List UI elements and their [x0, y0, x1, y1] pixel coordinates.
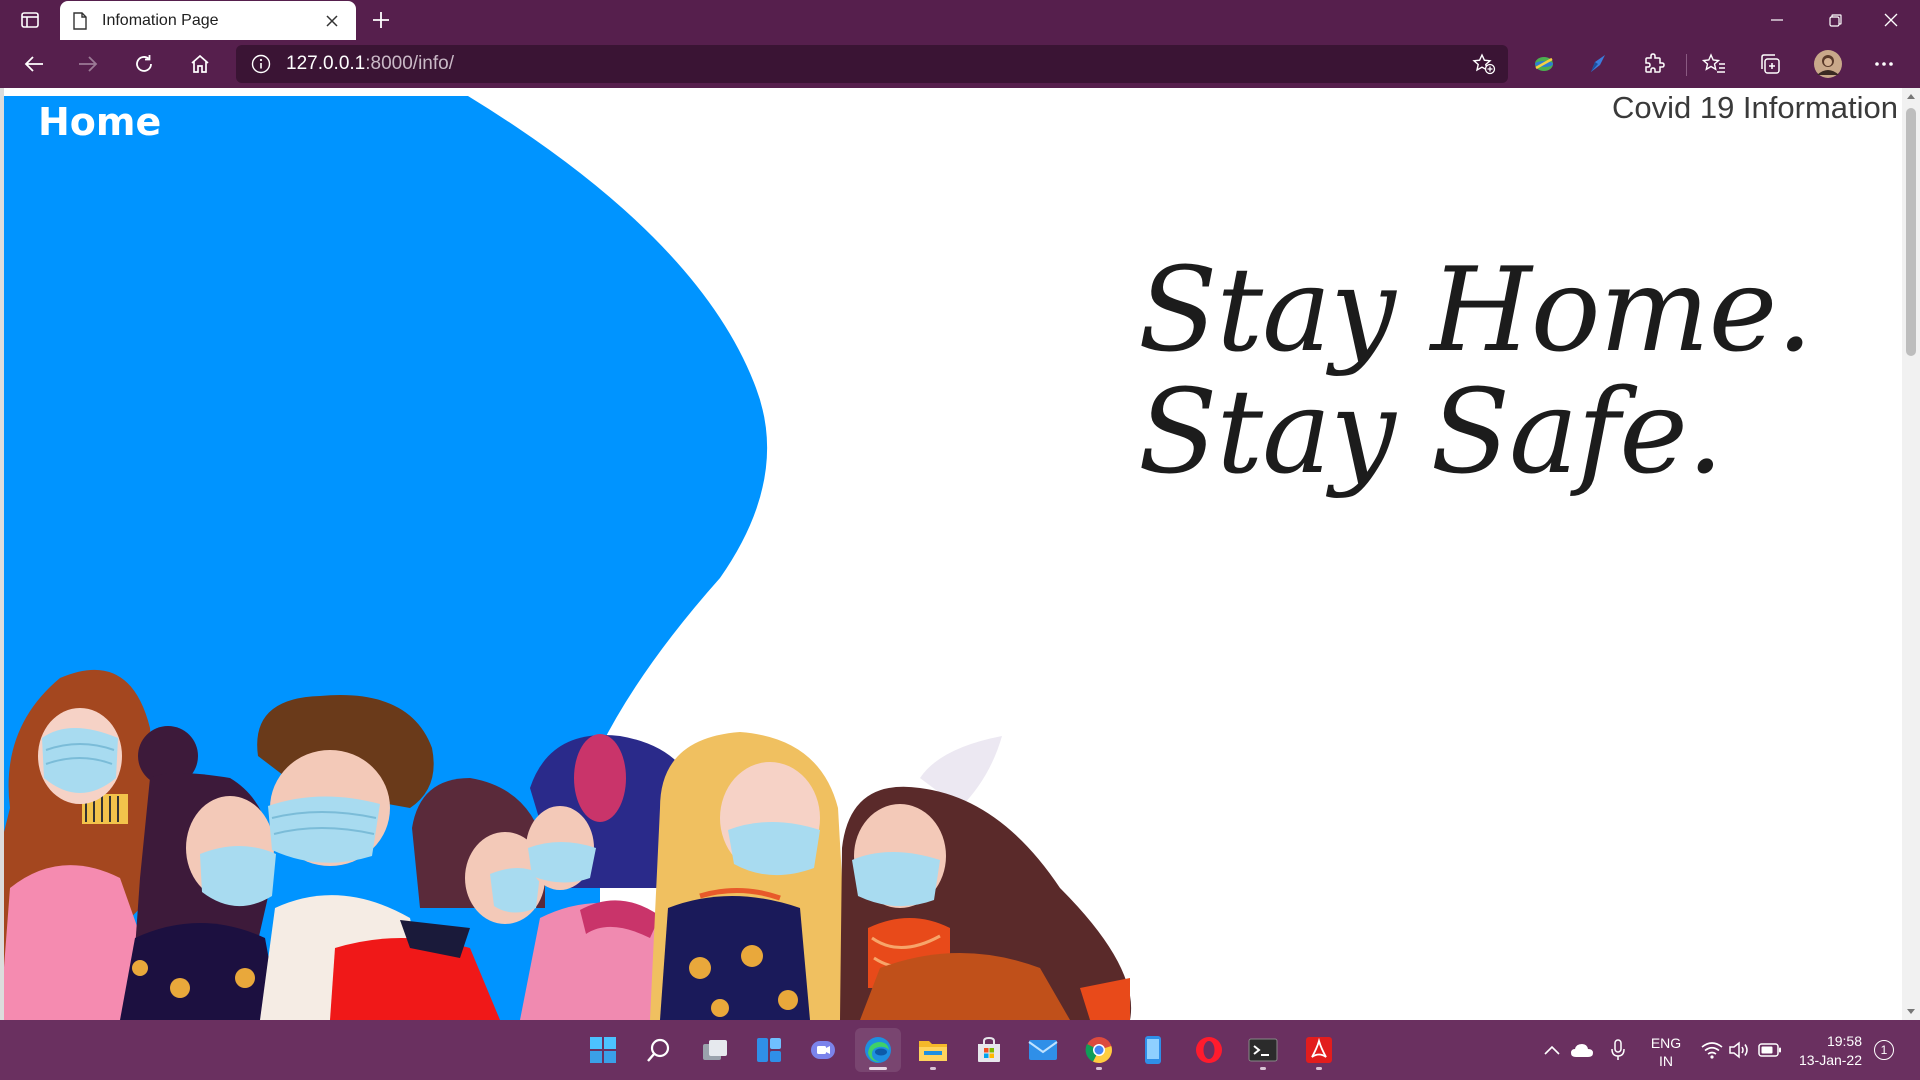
settings-more-icon[interactable]	[1864, 47, 1904, 81]
url-text[interactable]: 127.0.0.1:8000/info/	[286, 53, 454, 75]
teams-chat-icon[interactable]	[800, 1028, 846, 1072]
forward-button[interactable]	[68, 47, 108, 81]
store-icon[interactable]	[966, 1028, 1012, 1072]
onedrive-cloud-icon[interactable]	[1568, 1038, 1596, 1062]
close-tab-icon[interactable]	[320, 9, 344, 33]
tab-title: Infomation Page	[102, 11, 219, 29]
task-view-icon[interactable]	[692, 1028, 738, 1072]
tab-actions-icon[interactable]	[8, 4, 52, 36]
microphone-icon[interactable]	[1604, 1038, 1632, 1062]
volume-icon[interactable]	[1726, 1038, 1754, 1062]
phone-link-icon[interactable]	[1130, 1028, 1176, 1072]
battery-icon[interactable]	[1756, 1038, 1784, 1062]
clock-date: 13-Jan-22	[1798, 1052, 1862, 1068]
site-info-icon[interactable]	[236, 45, 286, 83]
back-button[interactable]	[14, 47, 54, 81]
notification-badge[interactable]: 1	[1874, 1040, 1894, 1060]
navigation-bar: 127.0.0.1:8000/info/	[0, 40, 1920, 88]
windows-taskbar: ENG IN 19:58 13-Jan-22 1	[0, 1020, 1920, 1080]
slogan-line-1: Stay Home.	[1138, 243, 1813, 378]
widgets-icon[interactable]	[746, 1028, 792, 1072]
hero-illustration	[0, 96, 1132, 1020]
chevron-up-icon[interactable]	[1538, 1038, 1566, 1062]
clock-time: 19:58	[1826, 1033, 1862, 1049]
page-viewport: Home Covid 19 Information Stay Home. Sta…	[0, 88, 1920, 1020]
profile-avatar[interactable]	[1808, 47, 1848, 81]
address-bar[interactable]: 127.0.0.1:8000/info/	[236, 45, 1508, 83]
minimize-button[interactable]	[1748, 0, 1806, 40]
terminal-icon[interactable]	[1240, 1028, 1286, 1072]
scroll-up-arrow-icon[interactable]	[1902, 88, 1920, 104]
add-favorite-icon[interactable]	[1468, 49, 1500, 79]
slogan-heading: Stay Home. Stay Safe.	[1138, 243, 1813, 500]
mail-icon[interactable]	[1020, 1028, 1066, 1072]
scroll-down-arrow-icon[interactable]	[1902, 1004, 1920, 1020]
page-icon	[72, 11, 88, 31]
input-language-indicator[interactable]: ENG IN	[1646, 1034, 1686, 1070]
extension-pen-icon[interactable]	[1578, 47, 1618, 81]
extension-globe-icon[interactable]	[1524, 47, 1564, 81]
favorites-icon[interactable]	[1694, 47, 1734, 81]
refresh-button[interactable]	[124, 47, 164, 81]
taskbar-clock[interactable]: 19:58 13-Jan-22	[1790, 1032, 1862, 1070]
file-explorer-icon[interactable]	[910, 1028, 956, 1072]
page-left-edge	[0, 88, 4, 1020]
vertical-scrollbar[interactable]	[1902, 88, 1920, 1020]
person-illustration	[650, 732, 850, 1020]
acrobat-icon[interactable]	[1296, 1028, 1342, 1072]
restore-button[interactable]	[1806, 0, 1864, 40]
start-icon[interactable]	[580, 1028, 626, 1072]
new-tab-button[interactable]	[364, 4, 398, 36]
extensions-icon[interactable]	[1634, 47, 1674, 81]
site-title: Covid 19 Information	[1611, 90, 1898, 125]
browser-tab[interactable]: Infomation Page	[60, 1, 356, 40]
chrome-icon[interactable]	[1076, 1028, 1122, 1072]
search-icon[interactable]	[636, 1028, 682, 1072]
home-link[interactable]: Home	[38, 100, 161, 144]
scrollbar-thumb[interactable]	[1906, 108, 1916, 356]
edge-icon[interactable]	[855, 1028, 901, 1072]
close-window-button[interactable]	[1862, 0, 1920, 40]
collections-icon[interactable]	[1750, 47, 1790, 81]
title-bar: Infomation Page	[0, 0, 1920, 40]
wifi-icon[interactable]	[1698, 1038, 1726, 1062]
opera-icon[interactable]	[1186, 1028, 1232, 1072]
person-illustration	[840, 736, 1132, 1020]
toolbar-separator	[1686, 54, 1687, 76]
home-button[interactable]	[180, 47, 220, 81]
slogan-line-2: Stay Safe.	[1138, 365, 1724, 500]
